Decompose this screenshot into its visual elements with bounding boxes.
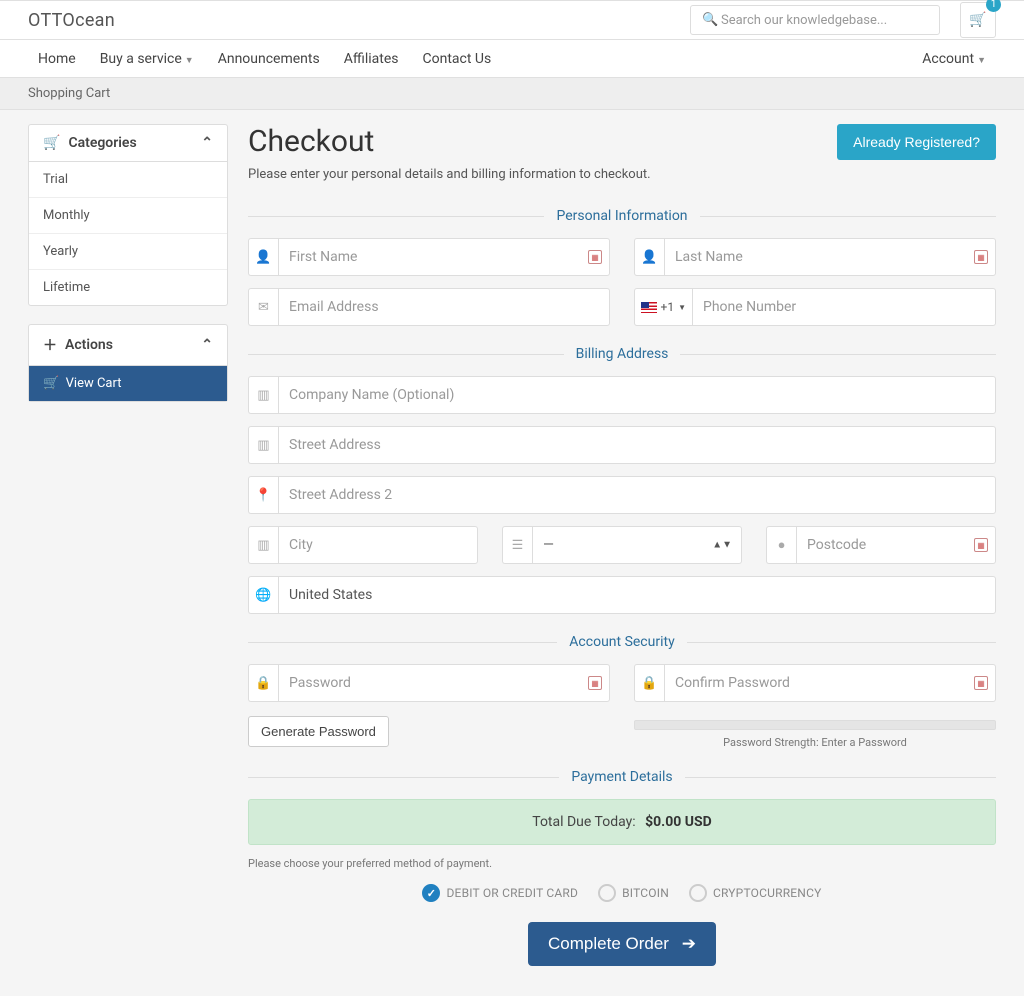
radio-icon — [689, 884, 707, 902]
company-input[interactable] — [278, 376, 996, 414]
breadcrumb[interactable]: Shopping Cart — [0, 78, 1024, 110]
topbar: OTTOcean 🔍 🛒 1 — [0, 0, 1024, 40]
cart-button[interactable]: 🛒 1 — [960, 2, 996, 38]
complete-label: Complete Order — [548, 934, 669, 953]
nav-affiliates[interactable]: Affiliates — [334, 43, 409, 75]
total-amount: $0.00 USD — [645, 814, 712, 830]
search-icon: 🔍 — [702, 13, 718, 28]
postcode-input[interactable] — [796, 526, 996, 564]
tag-icon: ● — [766, 526, 796, 564]
action-view-cart[interactable]: 🛒 View Cart — [29, 366, 227, 401]
search-input[interactable] — [690, 5, 940, 35]
confirm-password-input[interactable] — [664, 664, 996, 702]
category-yearly[interactable]: Yearly — [29, 234, 227, 270]
payment-note: Please choose your preferred method of p… — [248, 857, 996, 870]
categories-title: Categories — [68, 135, 136, 151]
building-icon: ▥ — [248, 426, 278, 464]
pay-crypto-label: CRYPTOCURRENCY — [713, 886, 822, 900]
search-wrap: 🔍 — [690, 5, 940, 35]
category-monthly[interactable]: Monthly — [29, 198, 227, 234]
total-label: Total Due Today: — [532, 814, 635, 830]
already-registered-button[interactable]: Already Registered? — [837, 124, 996, 160]
plus-icon: ＋ — [43, 335, 57, 355]
section-payment: Payment Details — [559, 769, 684, 785]
pay-card-label: DEBIT OR CREDIT CARD — [446, 886, 578, 900]
lock-icon: 🔒 — [634, 664, 664, 702]
caret-down-icon: ▼ — [678, 303, 686, 312]
city-input[interactable] — [278, 526, 478, 564]
category-trial[interactable]: Trial — [29, 162, 227, 198]
nav-announcements[interactable]: Announcements — [208, 43, 330, 75]
building-icon: ▥ — [248, 526, 278, 564]
chevron-up-icon: ⌃ — [201, 337, 213, 353]
generate-password-button[interactable]: Generate Password — [248, 716, 389, 747]
phone-country-selector[interactable]: +1 ▼ — [634, 288, 692, 326]
building-icon: ▥ — [248, 376, 278, 414]
pin-icon: 📍 — [248, 476, 278, 514]
page-subtitle: Please enter your personal details and b… — [248, 167, 996, 182]
pay-bitcoin-label: BITCOIN — [622, 886, 669, 900]
mail-icon: ✉ — [248, 288, 278, 326]
us-flag-icon — [641, 302, 657, 313]
nav-home[interactable]: Home — [28, 43, 86, 75]
phone-input[interactable] — [692, 288, 996, 326]
brand-logo[interactable]: OTTOcean — [28, 10, 115, 31]
complete-order-button[interactable]: Complete Order ➔ — [528, 922, 716, 966]
street1-input[interactable] — [278, 426, 996, 464]
actions-card: ＋ Actions ⌃ 🛒 View Cart — [28, 324, 228, 402]
radio-selected-icon — [422, 884, 440, 902]
chevron-up-icon: ⌃ — [201, 135, 213, 151]
nav-buy-label: Buy a service — [100, 51, 182, 67]
state-select[interactable]: — — [532, 526, 742, 564]
caret-down-icon: ▼ — [977, 56, 986, 66]
password-input[interactable] — [278, 664, 610, 702]
section-billing: Billing Address — [564, 346, 681, 362]
list-icon: ☰ — [502, 526, 532, 564]
cart-count-badge: 1 — [986, 0, 1001, 12]
sidebar: 🛒 Categories ⌃ Trial Monthly Yearly Life… — [28, 124, 228, 966]
phone-code: +1 — [661, 300, 675, 314]
arrow-right-icon: ➔ — [682, 934, 696, 953]
user-icon: 👤 — [248, 238, 278, 276]
lock-icon: 🔒 — [248, 664, 278, 702]
user-icon: 👤 — [634, 238, 664, 276]
nav-contact[interactable]: Contact Us — [412, 43, 501, 75]
pay-card-option[interactable]: DEBIT OR CREDIT CARD — [422, 884, 578, 902]
section-personal: Personal Information — [544, 208, 699, 224]
pay-bitcoin-option[interactable]: BITCOIN — [598, 884, 669, 902]
pay-crypto-option[interactable]: CRYPTOCURRENCY — [689, 884, 822, 902]
view-cart-label: View Cart — [66, 376, 122, 391]
nav-account[interactable]: Account▼ — [912, 43, 996, 75]
navbar: Home Buy a service▼ Announcements Affili… — [0, 40, 1024, 78]
radio-icon — [598, 884, 616, 902]
payment-options: DEBIT OR CREDIT CARD BITCOIN CRYPTOCURRE… — [248, 884, 996, 902]
cart-icon: 🛒 — [43, 376, 59, 391]
total-due-box: Total Due Today: $0.00 USD — [248, 799, 996, 845]
cart-icon: 🛒 — [43, 135, 60, 151]
first-name-input[interactable] — [278, 238, 610, 276]
password-strength-bar — [634, 720, 996, 730]
categories-card: 🛒 Categories ⌃ Trial Monthly Yearly Life… — [28, 124, 228, 306]
content: Already Registered? Checkout Please ente… — [248, 124, 996, 966]
caret-down-icon: ▼ — [185, 56, 194, 66]
categories-header[interactable]: 🛒 Categories ⌃ — [29, 125, 227, 162]
country-input[interactable] — [278, 576, 996, 614]
section-security: Account Security — [557, 634, 686, 650]
nav-account-label: Account — [922, 51, 974, 67]
category-lifetime[interactable]: Lifetime — [29, 270, 227, 305]
actions-title: Actions — [65, 337, 113, 353]
nav-buy-service[interactable]: Buy a service▼ — [90, 43, 204, 75]
email-input[interactable] — [278, 288, 610, 326]
last-name-input[interactable] — [664, 238, 996, 276]
actions-header[interactable]: ＋ Actions ⌃ — [29, 325, 227, 366]
cart-icon: 🛒 — [969, 12, 986, 28]
password-strength-label: Password Strength: Enter a Password — [634, 736, 996, 749]
street2-input[interactable] — [278, 476, 996, 514]
globe-icon: 🌐 — [248, 576, 278, 614]
